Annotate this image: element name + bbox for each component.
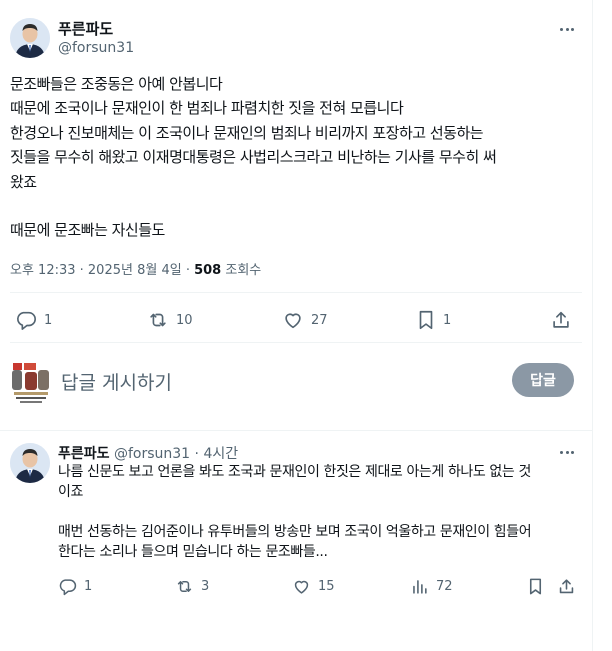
post-timestamp[interactable]: 오후 12:33 · 2025년 8월 4일 · xyxy=(10,263,194,278)
analytics-icon xyxy=(413,580,427,594)
bookmark-action[interactable]: 1 xyxy=(416,309,451,331)
reply-icon xyxy=(59,579,77,596)
reply-views-action[interactable]: 72 xyxy=(410,577,453,596)
heart-icon xyxy=(294,580,309,594)
reply-button[interactable]: 답글 xyxy=(512,363,574,397)
view-label: 조회수 xyxy=(221,263,262,278)
reply-repost-action[interactable]: 3 xyxy=(175,577,209,596)
divider xyxy=(10,342,582,343)
divider xyxy=(10,292,582,293)
author-handle[interactable]: @forsun31 xyxy=(58,40,134,56)
reply-input[interactable]: 답글 게시하기 xyxy=(61,368,172,395)
reply-icon xyxy=(17,311,36,330)
reply-author-name[interactable]: 푸른파도 xyxy=(58,446,110,462)
reply-count: 1 xyxy=(44,312,53,328)
reply-bookmark-action[interactable] xyxy=(527,577,544,596)
reply-time[interactable]: 4시간 xyxy=(203,446,238,462)
reply-like-action[interactable]: 15 xyxy=(292,577,335,596)
bookmark-icon xyxy=(529,578,542,595)
repost-icon xyxy=(177,580,192,593)
more-options-icon[interactable] xyxy=(556,21,578,37)
post-text: 문조빠들은 조중동은 아예 안봅니다 때문에 조국이나 문재인이 한 범죄나 파… xyxy=(10,75,497,240)
reply-like-count: 15 xyxy=(318,579,335,594)
reply-reply-count: 1 xyxy=(84,579,93,594)
column-border xyxy=(592,0,593,651)
share-icon xyxy=(553,311,569,328)
repost-action[interactable]: 10 xyxy=(147,309,193,331)
author-name[interactable]: 푸른파도 xyxy=(58,18,113,39)
repost-icon xyxy=(150,313,166,327)
like-count: 27 xyxy=(311,312,328,328)
reply-author-avatar[interactable] xyxy=(10,443,50,483)
heart-icon xyxy=(285,313,301,329)
share-action[interactable] xyxy=(550,309,572,331)
reply-share-action[interactable] xyxy=(557,577,576,596)
reply-view-count: 72 xyxy=(436,579,453,594)
main-post: 푸른파도 @forsun31 문조빠들은 조중동은 아예 안봅니다 때문에 조국… xyxy=(0,0,592,343)
repost-count: 10 xyxy=(176,312,193,328)
like-action[interactable]: 27 xyxy=(282,309,328,331)
current-user-avatar[interactable] xyxy=(10,360,52,406)
reply-author-handle[interactable]: @forsun31 xyxy=(114,446,190,462)
post-meta: 오후 12:33 · 2025년 8월 4일 · 508 조회수 xyxy=(10,259,261,278)
reply-reply-action[interactable]: 1 xyxy=(58,577,92,596)
view-count: 508 xyxy=(194,263,222,278)
reply-text: 나름 신문도 보고 언론을 봐도 조국과 문재인이 한짓은 제대로 아는게 하나… xyxy=(58,464,532,560)
bookmark-icon xyxy=(419,310,433,330)
share-icon xyxy=(559,579,574,594)
divider xyxy=(0,430,592,431)
reply-header: 푸른파도 @forsun31 · 4시간 xyxy=(58,443,238,463)
reply-more-options-icon[interactable] xyxy=(556,444,578,460)
reply-action[interactable]: 1 xyxy=(15,309,52,331)
author-avatar[interactable] xyxy=(10,18,50,58)
reply-separator: · xyxy=(190,446,204,462)
bookmark-count: 1 xyxy=(443,312,452,328)
reply-repost-count: 3 xyxy=(201,579,210,594)
